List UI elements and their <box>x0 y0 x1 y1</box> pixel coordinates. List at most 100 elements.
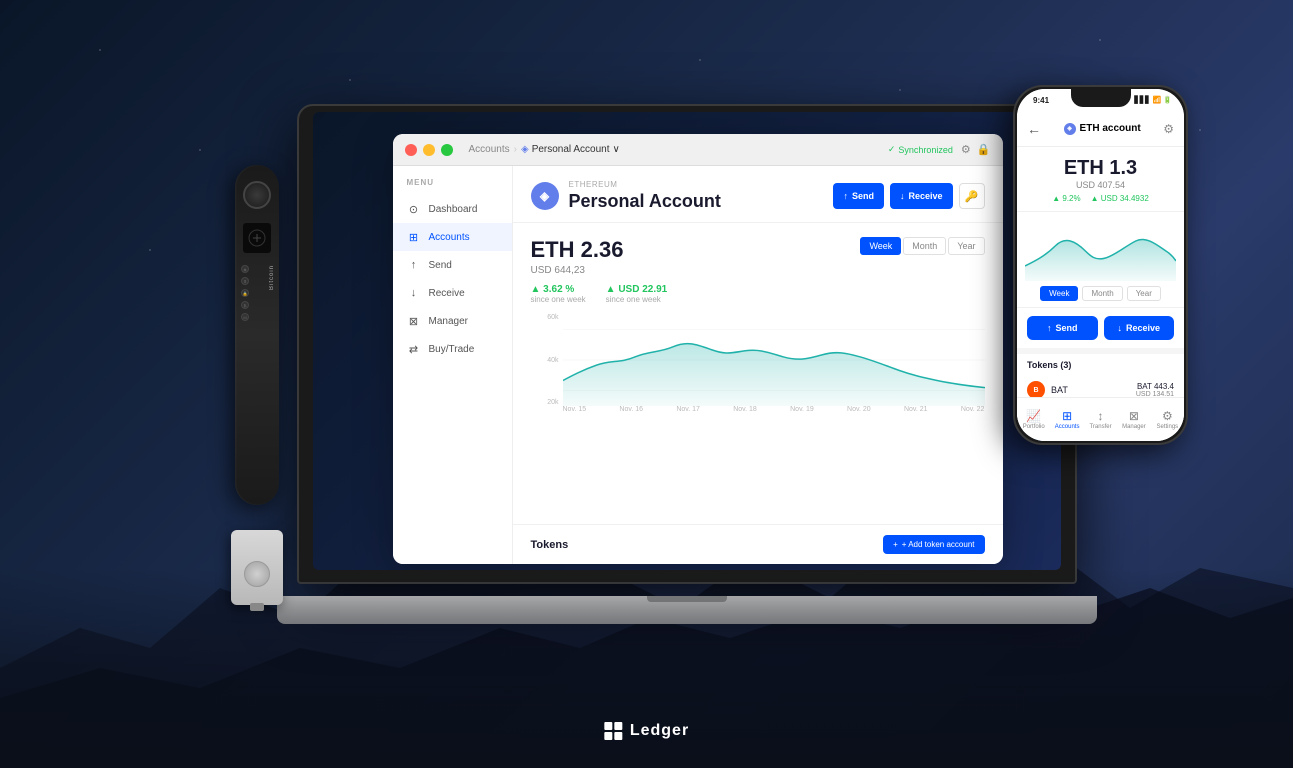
phone-receive-button[interactable]: ↓ Receive <box>1104 316 1175 340</box>
time-btn-month[interactable]: Month <box>903 237 946 255</box>
sidebar-item-dashboard[interactable]: ⊙ Dashboard <box>393 195 512 223</box>
phone-send-icon: ↑ <box>1047 323 1052 333</box>
phone-nav-portfolio[interactable]: 📈 Portfolio <box>1017 409 1050 430</box>
breadcrumb-sep: › <box>514 144 517 155</box>
phone-container: 9:41 ▋▋▋ 📶 🔋 ← ◈ ETH account ⚙ ETH 1.3 <box>1013 85 1188 445</box>
device-icons: ◈ ⬆ 🔒 ₿ M <box>241 265 249 321</box>
signal-icon: ▋▋▋ <box>1134 96 1150 104</box>
time-btn-year[interactable]: Year <box>948 237 984 255</box>
phone-time-btn-month[interactable]: Month <box>1082 286 1122 301</box>
icon-3: 🔒 <box>241 289 249 297</box>
maximize-button[interactable] <box>441 144 453 156</box>
bat-amount: BAT 443.4 <box>1136 382 1174 391</box>
phone-outer: 9:41 ▋▋▋ 📶 🔋 ← ◈ ETH account ⚙ ETH 1.3 <box>1013 85 1188 445</box>
send-arrow-icon: ↑ <box>843 191 848 201</box>
ledger-hardware-device: Bitcoin ◈ ⬆ 🔒 ₿ M <box>235 165 279 545</box>
chart-label-x-1: Nov. 15 <box>563 406 587 424</box>
sidebar-item-send[interactable]: ↑ Send <box>393 251 512 279</box>
accounts-icon: ⊞ <box>407 230 421 244</box>
stat-usd: ▲ USD 22.91 since one week <box>606 284 668 304</box>
balance-group: ETH 2.36 USD 644,23 <box>531 237 624 276</box>
window-body: MENU ⊙ Dashboard ⊞ Accounts ↑ <box>393 166 1003 564</box>
phone-time-btn-year[interactable]: Year <box>1127 286 1161 301</box>
receive-button[interactable]: ↓ Receive <box>890 183 953 209</box>
manager-nav-icon: ⊠ <box>1129 409 1139 423</box>
send-icon: ↑ <box>407 258 421 272</box>
breadcrumb: Accounts › ◈ Personal Account ∨ <box>469 144 888 155</box>
ledger-logo-icon <box>604 722 622 740</box>
sidebar-item-receive[interactable]: ↓ Receive <box>393 279 512 307</box>
chart-section: ETH 2.36 USD 644,23 Week Month Year <box>513 223 1003 524</box>
minimize-button[interactable] <box>423 144 435 156</box>
stat-percent: ▲ 3.62 % since one week <box>531 284 586 304</box>
settings-nav-icon: ⚙ <box>1162 409 1173 423</box>
dashboard-icon: ⊙ <box>407 202 421 216</box>
time-filters: Week Month Year <box>860 237 984 255</box>
breadcrumb-accounts[interactable]: Accounts <box>469 144 510 155</box>
phone-time: 9:41 <box>1033 96 1049 105</box>
phone-nav-accounts[interactable]: ⊞ Accounts <box>1050 409 1083 430</box>
phone-action-btns: ↑ Send ↓ Receive <box>1017 308 1184 348</box>
phone-stat-usd: ▲ USD 34.4932 <box>1091 194 1149 203</box>
chart-label-x-8: Nov. 22 <box>961 406 985 424</box>
logo-sq-3 <box>604 732 612 740</box>
phone-nav-settings[interactable]: ⚙ Settings <box>1151 409 1184 430</box>
balance-row: ETH 2.36 USD 644,23 Week Month Year <box>531 237 985 276</box>
ledger-logo: Ledger <box>604 722 689 740</box>
app-window: Accounts › ◈ Personal Account ∨ ✓ S <box>393 134 1003 564</box>
chart-label-x-7: Nov. 21 <box>904 406 928 424</box>
phone-time-btn-week[interactable]: Week <box>1040 286 1078 301</box>
lock-icon[interactable]: 🔒 <box>977 143 991 156</box>
account-title-group: ◈ ETHEREUM Personal Account <box>531 180 721 212</box>
chart-label-y-40k: 40k <box>547 357 558 364</box>
transfer-nav-icon: ↕ <box>1098 409 1104 423</box>
manager-icon: ⊠ <box>407 314 421 328</box>
sync-status: ✓ Synchronized <box>888 144 953 155</box>
phone-token-bat-right: BAT 443.4 USD 134.51 <box>1136 382 1174 398</box>
sidebar-label-accounts: Accounts <box>429 232 470 243</box>
logo-sq-2 <box>614 722 622 730</box>
sidebar-item-manager[interactable]: ⊠ Manager <box>393 307 512 335</box>
account-label: ETHEREUM <box>569 180 721 189</box>
time-btn-week[interactable]: Week <box>860 237 901 255</box>
icon-1: ◈ <box>241 265 249 273</box>
phone-nav-transfer[interactable]: ↕ Transfer <box>1084 409 1117 430</box>
phone-settings-icon[interactable]: ⚙ <box>1163 122 1174 136</box>
sidebar-label-manager: Manager <box>429 316 468 327</box>
phone-back-button[interactable]: ← <box>1027 121 1041 137</box>
phone-nav-manager[interactable]: ⊠ Manager <box>1117 409 1150 430</box>
titlebar-icons: ⚙ 🔒 <box>961 143 991 156</box>
plus-icon: + <box>893 540 898 549</box>
chart-labels-x: Nov. 15 Nov. 16 Nov. 17 Nov. 18 Nov. 19 … <box>563 406 985 424</box>
phone-notch <box>1071 87 1131 107</box>
phone-send-button[interactable]: ↑ Send <box>1027 316 1098 340</box>
stats-row: ▲ 3.62 % since one week ▲ USD 22.91 sinc… <box>531 284 985 304</box>
laptop-bezel: Accounts › ◈ Personal Account ∨ ✓ S <box>313 112 1061 570</box>
ledger-brand-name: Ledger <box>630 722 689 740</box>
key-button[interactable]: 🔑 <box>959 183 985 209</box>
phone-bottom-nav: 📈 Portfolio ⊞ Accounts ↕ Transfer ⊠ Mana… <box>1017 397 1184 441</box>
sidebar-item-buytrade[interactable]: ⇄ Buy/Trade <box>393 335 512 363</box>
sidebar: MENU ⊙ Dashboard ⊞ Accounts ↑ <box>393 166 513 564</box>
phone-nav-title: ◈ ETH account <box>1064 123 1141 135</box>
add-token-button[interactable]: + + Add token account <box>883 535 984 554</box>
main-content: ◈ ETHEREUM Personal Account ↑ <box>513 166 1003 564</box>
phone-usd-balance: USD 407.54 <box>1029 180 1172 190</box>
sidebar-item-accounts[interactable]: ⊞ Accounts <box>393 223 512 251</box>
titlebar-right: ✓ Synchronized ⚙ 🔒 <box>888 143 991 156</box>
phone-receive-icon: ↓ <box>1117 323 1122 333</box>
phone-account-title: ETH account <box>1080 123 1141 134</box>
nano-connector <box>250 603 264 611</box>
bitcoin-label: Bitcoin <box>269 265 275 290</box>
settings-icon[interactable]: ⚙ <box>961 143 971 156</box>
chart-label-x-2: Nov. 16 <box>619 406 643 424</box>
tokens-label: Tokens <box>531 539 569 551</box>
bat-name: BAT <box>1051 385 1068 395</box>
chart-label-x-4: Nov. 18 <box>733 406 757 424</box>
stat-percent-label: since one week <box>531 295 586 304</box>
close-button[interactable] <box>405 144 417 156</box>
laptop: Accounts › ◈ Personal Account ∨ ✓ S <box>297 104 1077 624</box>
ethereum-icon: ◈ <box>531 182 559 210</box>
send-button[interactable]: ↑ Send <box>833 183 884 209</box>
phone-eth-balance: ETH 1.3 <box>1029 157 1172 180</box>
